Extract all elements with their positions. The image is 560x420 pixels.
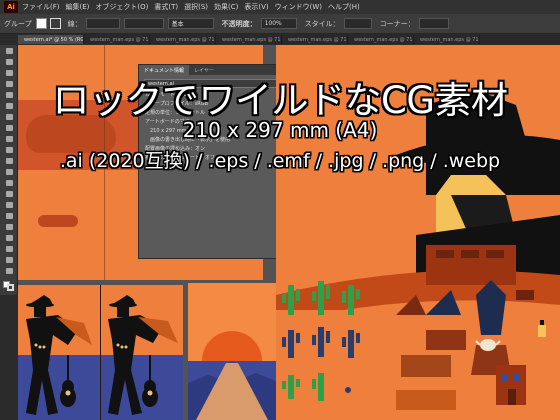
style-label: スタイル： <box>304 19 340 28</box>
menu-object[interactable]: オブジェクト(O) <box>95 2 148 12</box>
artboard-figures[interactable] <box>18 285 183 420</box>
corner-input[interactable] <box>418 18 449 29</box>
style-select[interactable] <box>343 18 372 29</box>
building-assets <box>426 245 516 285</box>
stroke-weight-input[interactable] <box>85 18 120 29</box>
selection-type-label: グループ <box>4 19 32 28</box>
artboard-tool-icon[interactable] <box>3 245 15 254</box>
menu-select[interactable]: 選択(S) <box>184 2 208 12</box>
zoom-tool-icon[interactable] <box>3 267 15 276</box>
formats-caption: .ai (2020互換) / .eps / .emf / .jpg / .png… <box>59 150 501 172</box>
tab-western-man-5[interactable]: western_man.eps @ 71.76 % (RGB/プ... <box>348 35 414 44</box>
tab-western-man-3[interactable]: western_man.eps @ 71.76 % (RGB/プ... <box>216 35 282 44</box>
brush-select[interactable]: 基本 <box>167 18 214 29</box>
illustrator-window: Ai ファイル(F) 編集(E) オブジェクト(O) 書式(T) 選択(S) 効… <box>0 0 560 420</box>
menu-window[interactable]: ウィンドウ(W) <box>275 2 322 12</box>
cactus-green <box>282 281 360 315</box>
menu-edit[interactable]: 編集(E) <box>66 2 90 12</box>
cowboy-figures <box>26 295 178 415</box>
graph-tool-icon[interactable] <box>3 234 15 243</box>
saloon-building <box>496 365 526 405</box>
shape-builder-icon[interactable] <box>3 179 15 188</box>
app-logo-icon: Ai <box>4 1 18 13</box>
tab-western-man-2[interactable]: western_man.eps @ 71.76 % (RGB/プ... <box>150 35 216 44</box>
blend-tool-icon[interactable] <box>3 212 15 221</box>
fill-swatch[interactable] <box>35 18 47 29</box>
document-tab-bar: western.ai* @ 50 % (RGB/プレビュー) western_m… <box>18 35 560 44</box>
fill-stroke-swatches[interactable] <box>3 281 15 291</box>
tab-western-man-4[interactable]: western_man.eps @ 71.76 % (RGB/プ... <box>282 35 348 44</box>
size-caption: 210 x 297 mm (A4) <box>182 118 378 142</box>
stroke-weight-label: 線： <box>67 19 82 28</box>
tab-western-man-1[interactable]: western_man.eps @ 71.76 % (RGB/プ... <box>84 35 150 44</box>
menu-bar: Ai ファイル(F) 編集(E) オブジェクト(O) 書式(T) 選択(S) 効… <box>0 0 560 14</box>
menu-help[interactable]: ヘルプ(H) <box>328 2 360 12</box>
stroke-swatch[interactable] <box>49 18 61 29</box>
opacity-value: 100% <box>264 20 282 27</box>
symbol-sprayer-icon[interactable] <box>3 223 15 232</box>
menu-type[interactable]: 書式(T) <box>154 2 178 12</box>
control-bar: グループ 線： 基本 不透明度： 100% スタイル： コーナー： <box>0 14 560 34</box>
corner-label: コーナー： <box>379 19 415 28</box>
hand-tool-icon[interactable] <box>3 256 15 265</box>
opacity-label: 不透明度： <box>221 19 257 28</box>
opacity-input[interactable]: 100% <box>260 18 297 29</box>
wood-sign <box>516 290 534 300</box>
headline-title: ロックでワイルドなCG素材 <box>52 79 508 122</box>
variable-width-select[interactable] <box>123 18 164 29</box>
menu-view[interactable]: 表示(V) <box>244 2 268 12</box>
tab-western-man-6[interactable]: western_man.eps @ 71.76 % (RGB/プ... <box>414 35 480 44</box>
tab-western-ai[interactable]: western.ai* @ 50 % (RGB/プレビュー) <box>18 35 84 44</box>
cowboy-guitar-figure-2 <box>108 295 178 415</box>
gradient-tool-icon[interactable] <box>3 190 15 199</box>
sunset-road-art <box>188 331 276 420</box>
cactus-navy <box>282 327 360 358</box>
artboard-sunset[interactable] <box>188 283 276 420</box>
direct-selection-icon[interactable] <box>3 58 15 67</box>
eyedropper-tool-icon[interactable] <box>3 201 15 210</box>
brush-label: 基本 <box>171 21 184 28</box>
cloud-shape-small <box>38 215 78 227</box>
cowboy-guitar-figure-1 <box>26 295 92 415</box>
selection-tool-icon[interactable] <box>3 47 15 56</box>
menu-effect[interactable]: 効果(C) <box>214 2 238 12</box>
menu-file[interactable]: ファイル(F) <box>22 2 60 12</box>
